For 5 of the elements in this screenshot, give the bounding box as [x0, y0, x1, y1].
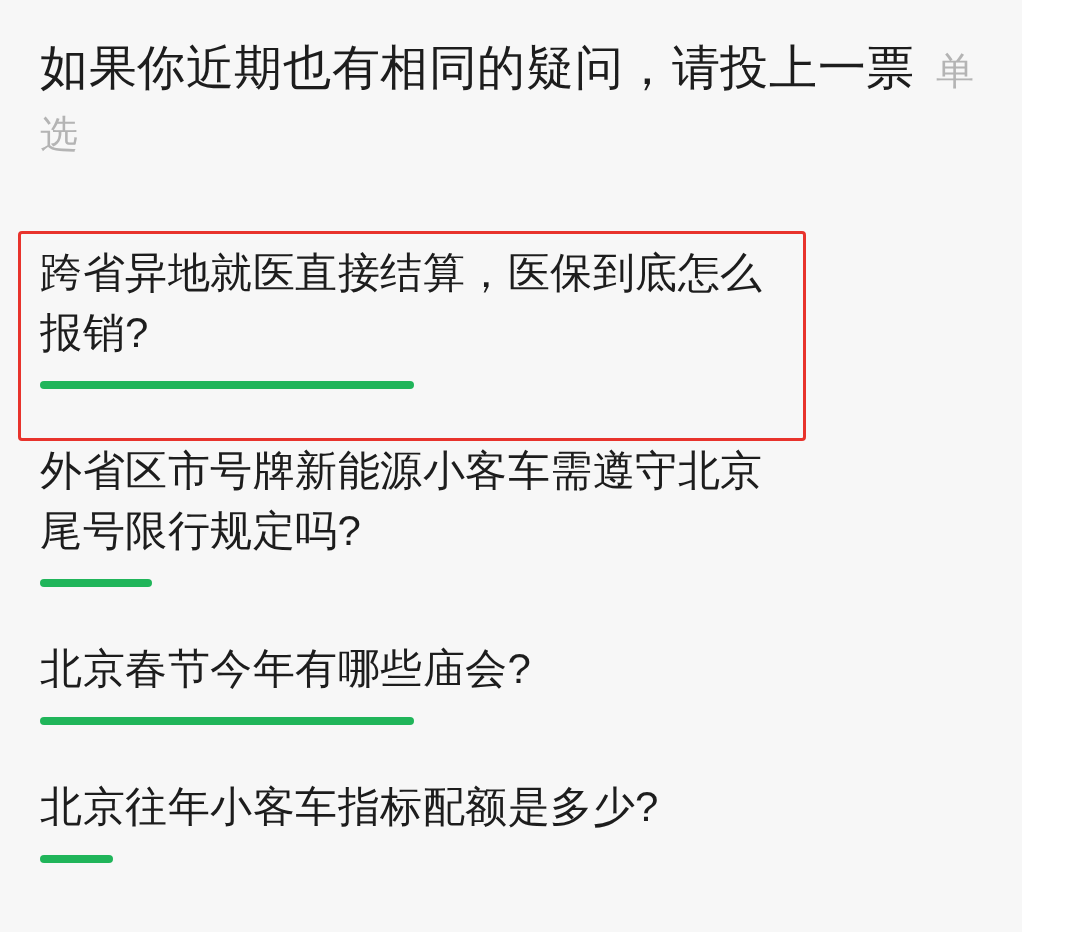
poll-option[interactable]: 外省区市号牌新能源小客车需遵守北京尾号限行规定吗? [40, 441, 780, 561]
poll-option[interactable]: 跨省异地就医直接结算，医保到底怎么报销? [40, 243, 780, 363]
poll-option[interactable]: 北京春节今年有哪些庙会? [40, 639, 532, 699]
poll-option[interactable]: 北京往年小客车指标配额是多少? [40, 777, 659, 837]
poll-title: 如果你近期也有相同的疑问，请投上一票 单选 [40, 40, 976, 157]
